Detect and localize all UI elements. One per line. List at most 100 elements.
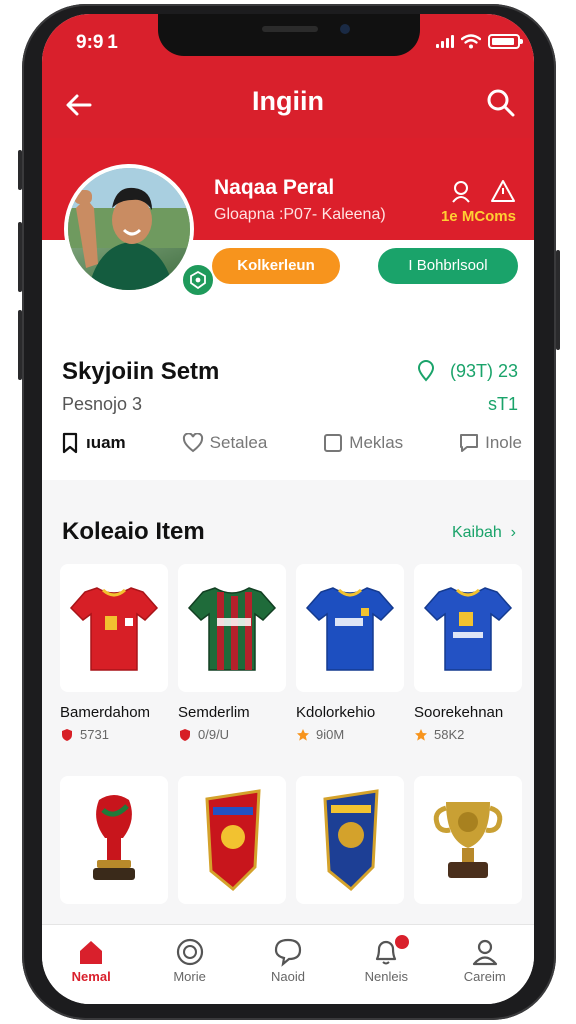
jersey-icon [423, 587, 513, 671]
tab-2[interactable]: Setalea [182, 432, 268, 454]
item-thumbnail [296, 564, 404, 692]
item-price: 0/9/U [198, 727, 230, 742]
pennant-icon [323, 789, 379, 892]
bottom-navigation: Nemal Morie Naoid Nenleis Careim [42, 924, 534, 1004]
trophy-icon [93, 795, 135, 880]
home-icon [80, 941, 103, 964]
collection-section: Koleaio Item Kaibah › Bamerdahom 5731 Se… [42, 480, 534, 950]
user-group-icon[interactable] [448, 178, 474, 204]
verified-badge-icon [180, 262, 216, 298]
shield-icon [180, 728, 190, 741]
signal-icon [436, 35, 454, 48]
item-name: Kdolorkehio [296, 704, 376, 721]
see-all-link[interactable]: Kaibah › [452, 524, 516, 542]
item-thumbnail [414, 564, 522, 692]
wifi-icon [461, 34, 481, 49]
pennant-icon [205, 789, 261, 892]
nav-item-2-label: Morie [173, 969, 206, 984]
nav-item-notifications[interactable]: Nenleis [341, 933, 431, 1004]
jersey-icon [187, 587, 277, 671]
status-icons [436, 34, 523, 49]
power-button [556, 250, 560, 350]
side-button [18, 150, 22, 190]
nav-item-profile[interactable]: Careim [440, 935, 530, 1004]
item-card[interactable] [60, 776, 168, 904]
item-card[interactable] [296, 776, 404, 904]
bookmark-icon [62, 432, 78, 454]
item-price: 5731 [80, 727, 109, 742]
profile-name: Naqaa Peral [214, 176, 335, 199]
primary-action-button[interactable]: Kolkerleun [212, 248, 340, 284]
tab-1[interactable]: ıuam [60, 432, 126, 454]
status-time: 9:9 1 [76, 32, 118, 53]
item-card[interactable]: Bamerdahom 5731 [60, 564, 168, 742]
tab-bar: ıuam Setalea Meklas Inole [60, 432, 522, 454]
star-icon [415, 728, 427, 741]
nav-notifications-label: Nenleis [364, 969, 409, 984]
item-thumbnail [414, 776, 522, 904]
nav-item-home[interactable]: Nemal [46, 935, 136, 1004]
section-title: Skyjoiin Setm [62, 358, 220, 385]
item-name: Soorekehnan [414, 704, 504, 721]
circle-icon [176, 938, 203, 966]
profile-stat: 1e MComs [440, 208, 516, 225]
item-thumbnail [178, 776, 286, 904]
section-subtitle: Pesnojo 3 [62, 394, 143, 414]
volume-up-button [18, 222, 22, 292]
shield-icon [62, 728, 72, 741]
item-card[interactable] [414, 776, 522, 904]
screen: 9:9 1 Ingiin Naqaa Peral Gloapna:P07- K… [42, 14, 534, 1004]
search-icon[interactable] [484, 86, 518, 120]
section-value-secondary: sT1 [487, 394, 518, 414]
avatar[interactable] [64, 164, 194, 294]
alert-icon[interactable] [490, 178, 516, 204]
section-value: (93T) 23 [416, 360, 518, 382]
user-icon [472, 939, 497, 966]
cup-trophy-icon [433, 802, 503, 878]
item-price: 9i0M [316, 727, 345, 742]
volume-down-button [18, 310, 22, 380]
tab-3-label: Meklas [349, 433, 404, 452]
item-grid: Bamerdahom 5731 Semderlim 0/9/U Kdolorke… [60, 564, 522, 904]
jersey-icon [305, 587, 395, 671]
item-card[interactable]: Kdolorkehio 9i0M [296, 564, 404, 742]
collection-title: Koleaio Item [62, 518, 205, 545]
location-pin-icon [417, 360, 434, 382]
item-card[interactable] [178, 776, 286, 904]
profile-subtitle: Gloapna :P07- Kaleena) [214, 206, 386, 223]
star-icon [297, 728, 309, 741]
page-title: Ingiin [252, 86, 324, 116]
chevron-right-icon: › [506, 524, 516, 541]
player-photo [68, 168, 190, 290]
item-thumbnail [296, 776, 404, 904]
heart-icon [182, 433, 203, 453]
nav-profile-label: Careim [463, 969, 506, 984]
profile-actions [448, 178, 516, 204]
nav-item-3-label: Naoid [270, 969, 305, 984]
secondary-action-button[interactable]: I Bohbrlsool [378, 248, 518, 284]
item-name: Semderlim [178, 704, 250, 721]
square-icon [324, 434, 343, 452]
nav-item-3[interactable]: Naoid [243, 935, 333, 1004]
item-name: Bamerdahom [60, 704, 151, 721]
notch [158, 14, 420, 56]
chat-bubble-icon [274, 938, 302, 967]
battery-icon [488, 34, 523, 49]
nav-item-2[interactable]: Morie [145, 935, 235, 1004]
jersey-icon [69, 587, 159, 671]
item-thumbnail [60, 776, 168, 904]
item-card[interactable]: Semderlim 0/9/U [178, 564, 286, 742]
nav-home-label: Nemal [71, 969, 111, 984]
tab-4-label: Inole [485, 433, 522, 452]
item-price: 58K2 [434, 727, 465, 742]
item-card[interactable]: Soorekehnan 58K2 [414, 564, 522, 742]
item-thumbnail [178, 564, 286, 692]
tab-1-label: ıuam [86, 433, 126, 452]
see-all-label: Kaibah [451, 524, 502, 541]
tab-4[interactable]: Inole [459, 432, 522, 454]
item-thumbnail [60, 564, 168, 692]
section-value-text: (93T) 23 [449, 360, 518, 381]
tab-2-label: Setalea [209, 433, 268, 452]
chat-icon [460, 434, 479, 452]
tab-3[interactable]: Meklas [323, 432, 403, 454]
